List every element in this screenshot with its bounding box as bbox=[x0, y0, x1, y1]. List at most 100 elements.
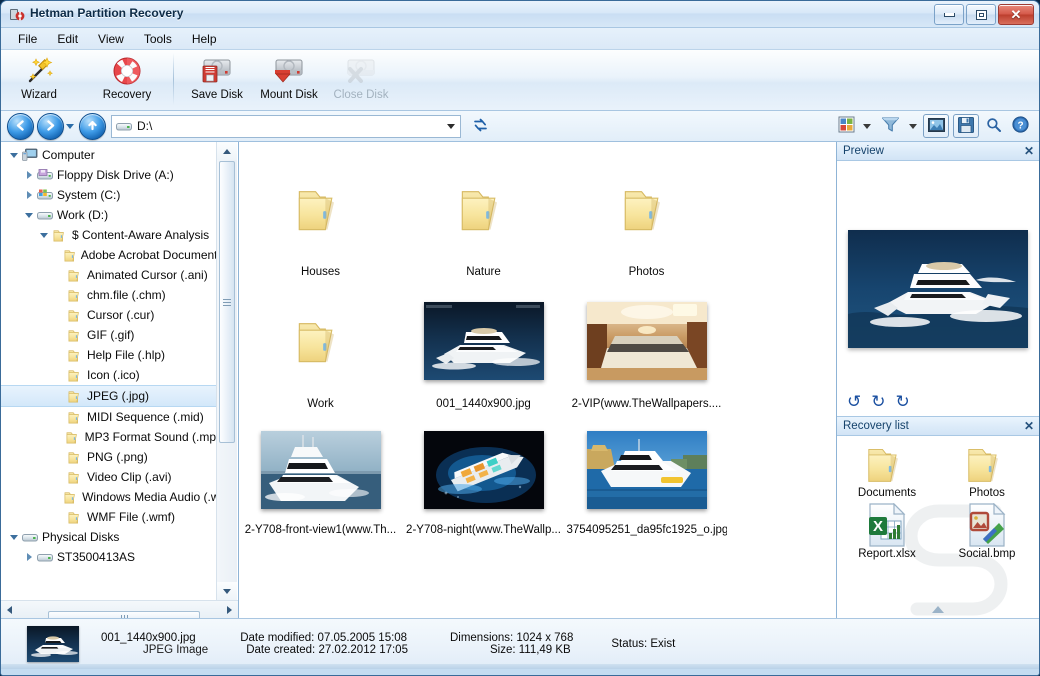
scroll-left-button[interactable] bbox=[1, 602, 18, 618]
up-arrow-icon bbox=[86, 119, 99, 134]
scroll-down-button[interactable] bbox=[217, 582, 237, 600]
recovery-list-item[interactable]: Documents bbox=[837, 442, 937, 499]
tree-item[interactable]: Floppy Disk Drive (A:) bbox=[1, 165, 216, 185]
history-dropdown-button[interactable] bbox=[64, 124, 76, 129]
mount-disk-button[interactable]: Mount Disk bbox=[253, 50, 325, 106]
tree-item[interactable]: Cursor (.cur) bbox=[1, 305, 216, 325]
rotate-left-icon[interactable]: ↺ bbox=[847, 393, 861, 410]
tree-item-label: WMF File (.wmf) bbox=[87, 510, 175, 524]
folder-icon bbox=[66, 349, 84, 362]
search-button[interactable] bbox=[981, 114, 1007, 138]
tree-item[interactable]: chm.file (.chm) bbox=[1, 285, 216, 305]
save-disk-button[interactable]: Save Disk bbox=[181, 50, 253, 106]
refresh-button[interactable] bbox=[467, 117, 493, 136]
address-input[interactable]: D:\ bbox=[111, 115, 461, 138]
tree-item[interactable]: WMF File (.wmf) bbox=[1, 507, 216, 527]
save-button[interactable] bbox=[953, 114, 979, 138]
file-list-pane[interactable]: HousesNaturePhotos Work001_1440x900.jpg2-… bbox=[239, 142, 836, 618]
tree-item[interactable]: Icon (.ico) bbox=[1, 365, 216, 385]
tree-expander-open-icon[interactable] bbox=[37, 233, 51, 238]
tree-item[interactable]: JPEG (.jpg) bbox=[1, 385, 216, 407]
minimize-button[interactable] bbox=[934, 4, 964, 25]
folder-icon bbox=[66, 369, 84, 382]
file-item[interactable]: 2-Y708-night(www.TheWallp... bbox=[402, 418, 565, 536]
tree-item[interactable]: Animated Cursor (.ani) bbox=[1, 265, 216, 285]
menu-item-file[interactable]: File bbox=[9, 30, 46, 48]
tree-item[interactable]: MIDI Sequence (.mid) bbox=[1, 407, 216, 427]
tree-expander-open-icon[interactable] bbox=[22, 213, 36, 218]
menu-item-help[interactable]: Help bbox=[183, 30, 226, 48]
tree-expander-closed-icon[interactable] bbox=[22, 553, 36, 561]
tree-item[interactable]: $ Content-Aware Analysis bbox=[1, 225, 216, 245]
tree-vertical-scrollbar[interactable] bbox=[216, 142, 237, 600]
recovery-item-label: Documents bbox=[858, 487, 916, 499]
tree-item[interactable]: Physical Disks bbox=[1, 527, 216, 547]
recovery-list-item[interactable]: Photos bbox=[937, 442, 1037, 499]
file-item[interactable]: Houses bbox=[239, 154, 402, 278]
file-item[interactable]: 2-Y708-front-view1(www.Th... bbox=[239, 418, 402, 536]
scroll-up-button[interactable] bbox=[217, 142, 237, 160]
tree-expander-open-icon[interactable] bbox=[7, 153, 21, 158]
forward-button[interactable] bbox=[37, 113, 64, 140]
scrollbar-thumb[interactable] bbox=[48, 611, 200, 619]
folder-tree[interactable]: ComputerFloppy Disk Drive (A:)System (C:… bbox=[1, 142, 216, 600]
menu-item-tools[interactable]: Tools bbox=[135, 30, 181, 48]
file-item[interactable]: Work bbox=[239, 286, 402, 410]
tree-item-label: Icon (.ico) bbox=[87, 368, 140, 382]
wizard-button[interactable]: Wizard bbox=[7, 50, 71, 106]
menu-item-edit[interactable]: Edit bbox=[48, 30, 87, 48]
tree-item[interactable]: MP3 Format Sound (.mp3) bbox=[1, 427, 216, 447]
tree-item-label: Animated Cursor (.ani) bbox=[87, 268, 208, 282]
view-mode-dropdown[interactable] bbox=[859, 114, 875, 138]
tree-expander-closed-icon[interactable] bbox=[22, 191, 36, 199]
view-mode-button[interactable] bbox=[833, 114, 859, 138]
maximize-button[interactable] bbox=[966, 4, 996, 25]
tree-item[interactable]: Computer bbox=[1, 145, 216, 165]
filter-dropdown[interactable] bbox=[905, 114, 921, 138]
tree-item[interactable]: ST3500413AS bbox=[1, 547, 216, 567]
tree-item[interactable]: Work (D:) bbox=[1, 205, 216, 225]
tree-item-label: GIF (.gif) bbox=[87, 328, 134, 342]
drive-icon bbox=[21, 532, 39, 543]
close-icon[interactable]: ✕ bbox=[1024, 145, 1034, 157]
help-button[interactable]: ? bbox=[1007, 114, 1033, 138]
file-item[interactable]: 2-VIP(www.TheWallpapers.... bbox=[565, 286, 728, 410]
tree-item[interactable]: PNG (.png) bbox=[1, 447, 216, 467]
drive-icon bbox=[116, 121, 132, 132]
rotate-right-icon[interactable]: ↻ bbox=[896, 393, 910, 410]
toolbar-group-primary: Wizard bbox=[1, 50, 159, 108]
rotate-180-icon[interactable]: ↻ bbox=[871, 393, 885, 410]
tree-item[interactable]: GIF (.gif) bbox=[1, 325, 216, 345]
tree-expander-closed-icon[interactable] bbox=[22, 171, 36, 179]
close-icon[interactable]: ✕ bbox=[1024, 420, 1034, 432]
preview-pane-button[interactable] bbox=[923, 114, 949, 138]
tree-item[interactable]: System (C:) bbox=[1, 185, 216, 205]
scroll-right-button[interactable] bbox=[221, 602, 238, 618]
file-item[interactable]: Photos bbox=[565, 154, 728, 278]
recovery-list-item[interactable]: Social.bmp bbox=[937, 503, 1037, 560]
scrollbar-thumb[interactable] bbox=[219, 161, 235, 443]
up-button[interactable] bbox=[79, 113, 106, 140]
chevron-down-icon[interactable] bbox=[447, 124, 455, 129]
tree-item[interactable]: Video Clip (.avi) bbox=[1, 467, 216, 487]
back-button[interactable] bbox=[7, 113, 34, 140]
menu-item-view[interactable]: View bbox=[89, 30, 133, 48]
recovery-button[interactable]: Recovery bbox=[95, 50, 159, 106]
tree-item[interactable]: Adobe Acrobat Document (.pdf) bbox=[1, 245, 216, 265]
file-item[interactable]: Nature bbox=[402, 154, 565, 278]
recovery-list-scroll-up[interactable] bbox=[837, 602, 1039, 616]
recovery-list-body[interactable]: Documents PhotosXReport.xlsxSocial.bmp bbox=[837, 436, 1039, 618]
file-thumbnail bbox=[424, 418, 544, 522]
file-item[interactable]: 001_1440x900.jpg bbox=[402, 286, 565, 410]
close-disk-button[interactable]: Close Disk bbox=[325, 50, 397, 106]
close-button[interactable]: ✕ bbox=[998, 4, 1034, 25]
search-icon bbox=[986, 117, 1002, 136]
tree-item[interactable]: Windows Media Audio (.wma) bbox=[1, 487, 216, 507]
file-item[interactable]: 3754095251_da95fc1925_o.jpg bbox=[565, 418, 728, 536]
filter-button[interactable] bbox=[875, 114, 905, 138]
tree-expander-open-icon[interactable] bbox=[7, 535, 21, 540]
recovery-list-item[interactable]: XReport.xlsx bbox=[837, 503, 937, 560]
tree-item[interactable]: Help File (.hlp) bbox=[1, 345, 216, 365]
tree-horizontal-scrollbar[interactable] bbox=[1, 600, 238, 618]
tree-item-label: Windows Media Audio (.wma) bbox=[82, 490, 216, 504]
